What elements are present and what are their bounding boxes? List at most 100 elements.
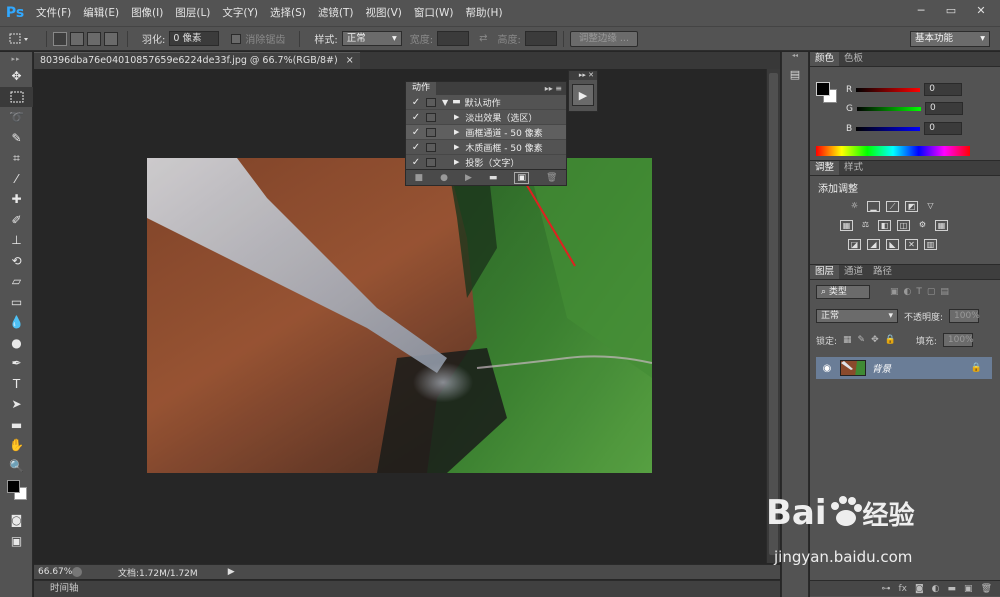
folder-icon[interactable]: ▬ <box>489 173 498 183</box>
timeline-panel[interactable]: 时间轴 <box>34 580 780 597</box>
close-tab-icon[interactable]: × <box>346 53 354 69</box>
expand-down-icon[interactable]: ▼ <box>442 98 448 107</box>
healing-brush-tool-icon[interactable]: ✚ <box>0 189 33 210</box>
blue-track[interactable] <box>856 126 921 131</box>
tab-adjustments[interactable]: 调整 <box>810 161 840 175</box>
new-layer-icon[interactable]: ▣ <box>964 584 973 594</box>
actions-tab[interactable]: 动作 <box>406 82 437 95</box>
clone-stamp-tool-icon[interactable]: ⊥ <box>0 230 33 251</box>
refine-edge-button[interactable]: 调整边缘 ... <box>569 30 638 47</box>
move-tool-icon[interactable]: ✥ <box>0 66 33 87</box>
status-menu-arrow-icon[interactable]: ▶ <box>228 567 235 577</box>
swap-icon[interactable]: ⇄ <box>479 33 487 44</box>
gradient-map-icon[interactable]: ▥ <box>924 239 937 250</box>
pen-tool-icon[interactable]: ✒ <box>0 353 33 374</box>
invert-icon[interactable]: ◪ <box>848 239 861 250</box>
action-row[interactable]: ✓ ▶ 淡出效果（选区） <box>406 110 566 125</box>
menu-view[interactable]: 视图(V) <box>359 0 407 26</box>
action-row[interactable]: ✓ ▶ 投影（文字） <box>406 155 566 170</box>
path-selection-tool-icon[interactable]: ➤ <box>0 394 33 415</box>
history-brush-tool-icon[interactable]: ⟲ <box>0 251 33 272</box>
tab-layers[interactable]: 图层 <box>810 265 840 279</box>
feather-input[interactable]: 0 像素 <box>169 31 220 46</box>
red-value-input[interactable]: 0 <box>924 83 963 96</box>
action-row[interactable]: ✓ ▶ 木质画框 - 50 像素 <box>406 140 566 155</box>
add-selection-button[interactable] <box>70 31 84 46</box>
tool-preset-picker[interactable] <box>0 33 40 45</box>
brightness-icon[interactable]: ☼ <box>848 201 861 212</box>
rectangle-tool-icon[interactable]: ▬ <box>0 415 33 436</box>
rect-marquee-tool-icon[interactable] <box>0 86 33 107</box>
tab-swatches[interactable]: 色板 <box>839 52 868 66</box>
tab-styles[interactable]: 样式 <box>839 161 868 175</box>
antialias-checkbox[interactable] <box>231 33 242 44</box>
blue-slider[interactable]: B 0 <box>846 122 963 135</box>
toggle-check-icon[interactable]: ✓ <box>406 97 426 108</box>
brush-tool-icon[interactable]: ✐ <box>0 210 33 231</box>
panel-grip[interactable]: ▸▸ <box>0 52 32 66</box>
expand-right-icon[interactable]: ▶ <box>454 143 459 151</box>
channel-mixer-icon[interactable]: ⚙ <box>916 220 929 231</box>
black-white-icon[interactable]: ◧ <box>878 220 891 231</box>
zoom-tool-icon[interactable]: 🔍 <box>0 456 33 477</box>
play-icon[interactable]: ▶ <box>465 173 472 183</box>
new-selection-button[interactable] <box>53 31 67 46</box>
menu-select[interactable]: 选择(S) <box>264 0 312 26</box>
type-tool-icon[interactable]: T <box>0 374 33 395</box>
red-slider[interactable]: R 0 <box>846 83 963 96</box>
dock-grip[interactable]: ◂◂ <box>782 52 808 60</box>
close-button[interactable]: ✕ <box>968 3 994 19</box>
menu-image[interactable]: 图像(I) <box>125 0 169 26</box>
layer-filter-select[interactable]: ⌕ 类型 <box>816 285 870 299</box>
play-button-icon[interactable]: ▶ <box>572 84 594 106</box>
green-track[interactable] <box>856 106 921 111</box>
green-slider[interactable]: G 0 <box>846 102 963 115</box>
color-lookup-icon[interactable]: ▦ <box>935 220 948 231</box>
quick-select-tool-icon[interactable]: ✎ <box>0 128 33 149</box>
menu-window[interactable]: 窗口(W) <box>408 0 460 26</box>
fx-icon[interactable]: fx <box>898 584 907 594</box>
status-info-icon[interactable] <box>72 567 82 577</box>
document-tab[interactable]: 80396dba76e04010857659e6224de33f.jpg @ 6… <box>34 52 360 69</box>
workspace-select[interactable]: 基本功能 ▾ <box>910 30 990 47</box>
adjustment-layer-icon[interactable]: ◐ <box>932 584 940 594</box>
hue-saturation-icon[interactable]: ▦ <box>840 220 853 231</box>
red-track[interactable] <box>856 87 921 92</box>
eraser-tool-icon[interactable]: ▱ <box>0 271 33 292</box>
photo-filter-icon[interactable]: ◫ <box>897 220 910 231</box>
gradient-tool-icon[interactable]: ▭ <box>0 292 33 313</box>
layer-mask-icon[interactable]: ◙ <box>915 584 924 594</box>
lasso-tool-icon[interactable]: ➰ <box>0 107 33 128</box>
fill-input[interactable]: 100% <box>942 333 974 347</box>
exposure-icon[interactable]: ◩ <box>905 201 918 212</box>
dialog-toggle-icon[interactable] <box>426 142 436 152</box>
menu-file[interactable]: 文件(F) <box>30 0 77 26</box>
screen-mode-icon[interactable]: ▣ <box>0 531 33 552</box>
tab-channels[interactable]: 通道 <box>839 265 868 279</box>
crop-tool-icon[interactable]: ⌗ <box>0 148 33 169</box>
expand-right-icon[interactable]: ▶ <box>454 113 459 121</box>
selective-color-icon[interactable]: ✕ <box>905 239 918 250</box>
filter-icons[interactable]: ▣◐T▢▤ <box>890 287 954 297</box>
toggle-check-icon[interactable]: ✓ <box>406 157 426 168</box>
dialog-toggle-icon[interactable] <box>426 157 436 167</box>
eye-icon[interactable]: ◉ <box>816 363 838 374</box>
toggle-check-icon[interactable]: ✓ <box>406 112 426 123</box>
blur-tool-icon[interactable]: 💧 <box>0 312 33 333</box>
tab-color[interactable]: 颜色 <box>810 52 840 66</box>
opacity-input[interactable]: 100% <box>949 309 980 323</box>
actions-panel-icon[interactable]: ▤ <box>786 68 804 86</box>
panel-menu-icon[interactable]: ▸▸ ≡ <box>545 84 566 93</box>
subtract-selection-button[interactable] <box>87 31 101 46</box>
vertical-scrollbar[interactable] <box>766 69 780 563</box>
new-action-icon[interactable]: ▣ <box>514 171 529 184</box>
vibrance-icon[interactable]: ▽ <box>924 201 937 212</box>
group-folder-icon[interactable]: ▬ <box>948 584 957 594</box>
color-balance-icon[interactable]: ⚖ <box>859 220 872 231</box>
height-input[interactable] <box>524 31 557 46</box>
dodge-tool-icon[interactable]: ● <box>0 333 33 354</box>
threshold-icon[interactable]: ◣ <box>886 239 899 250</box>
quick-mask-icon[interactable]: ◙ <box>0 510 33 531</box>
width-input[interactable] <box>437 31 470 46</box>
mini-panel-header[interactable]: ▸▸ ✕ <box>569 71 597 80</box>
